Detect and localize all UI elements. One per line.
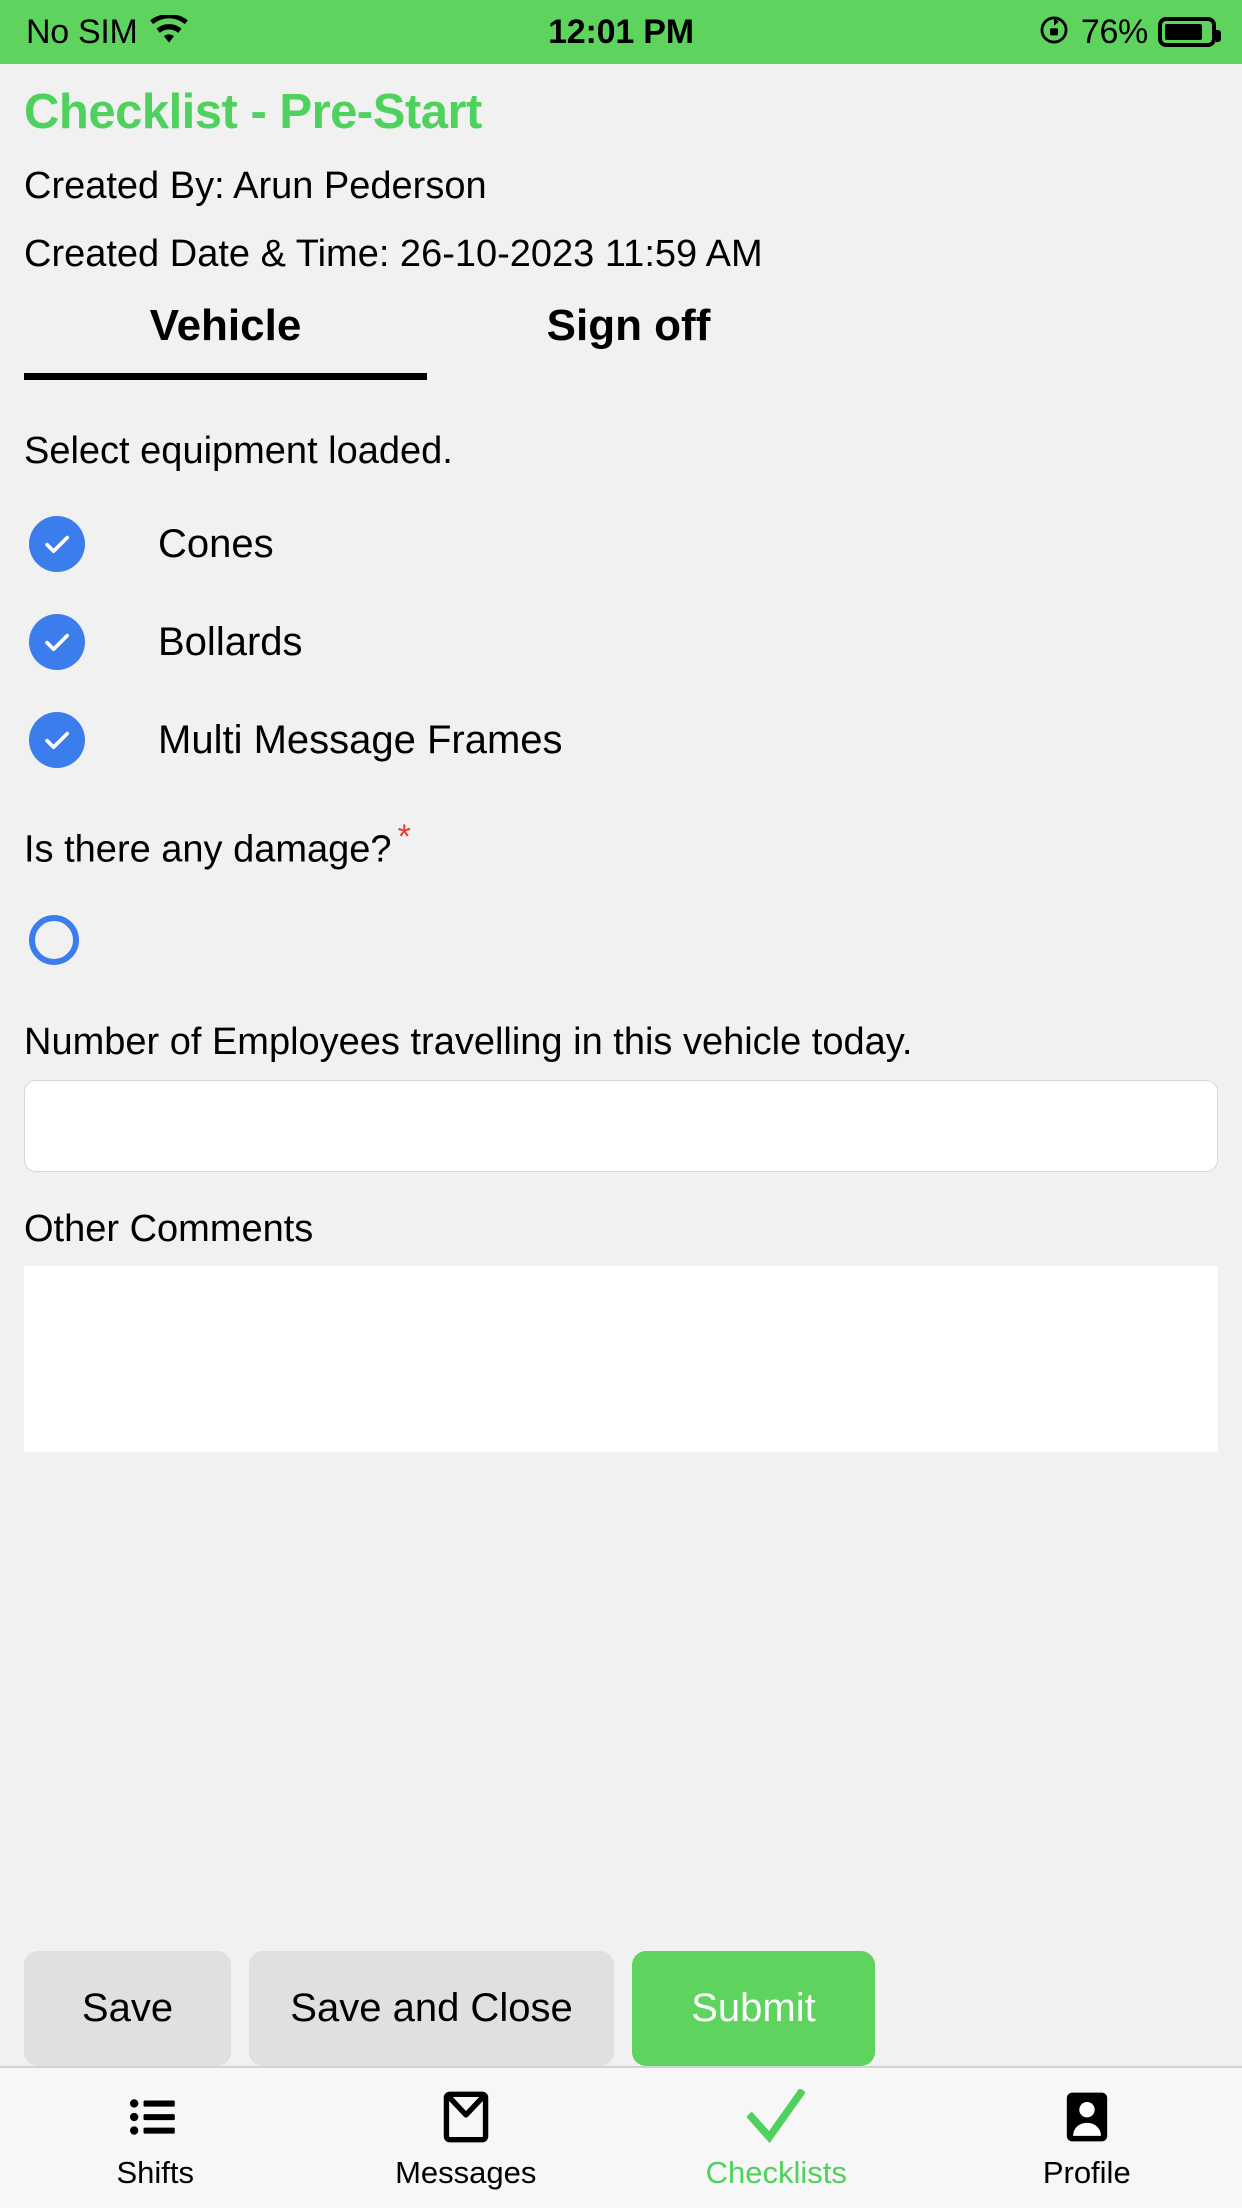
nav-label-profile: Profile [1042,2154,1131,2190]
list-icon [130,2089,180,2145]
rotation-lock-icon [1037,13,1071,52]
nav-item-checklists[interactable]: Checklists [621,2088,932,2190]
carrier-label: No SIM [26,12,138,51]
comments-label: Other Comments [24,1208,314,1251]
tab-sign-off[interactable]: Sign off [427,301,830,380]
battery-fill [1165,24,1202,40]
created-datetime-label: Created Date & Time: 26-10-2023 11:59 AM [24,232,763,275]
equipment-prompt: Select equipment loaded. [24,430,453,473]
equipment-option-cones[interactable]: Cones [24,516,1218,573]
save-and-close-button[interactable]: Save and Close [249,1951,614,2066]
person-icon [1065,2089,1109,2145]
bottom-nav: Shifts Messages Checklists Profile [0,2066,1242,2208]
damage-question-label: Is there any damage? * [24,818,1218,872]
form-content: Select equipment loaded. Cones Bollards [0,380,1242,1929]
save-button[interactable]: Save [24,1951,231,2066]
employees-input[interactable] [24,1080,1218,1173]
action-bar: Save Save and Close Submit [0,1951,1242,2066]
checkbox-unchecked-icon[interactable] [29,914,79,965]
submit-button[interactable]: Submit [632,1951,875,2066]
equipment-option-bollards[interactable]: Bollards [24,614,1218,671]
battery-icon [1158,17,1221,47]
tab-vehicle[interactable]: Vehicle [24,301,427,381]
battery-percent-label: 76% [1080,12,1148,51]
tab-strip: Vehicle Sign off [0,301,1242,381]
page-header: Checklist - Pre-Start Created By: Arun P… [0,64,1242,275]
nav-label-shifts: Shifts [116,2154,195,2190]
nav-item-shifts[interactable]: Shifts [0,2089,311,2188]
app-screen: No SIM 12:01 PM 76% Checklist - Pre-Star… [0,0,1242,2208]
envelope-icon [443,2089,489,2145]
nav-item-messages[interactable]: Messages [311,2089,622,2188]
status-bar-left: No SIM [26,13,188,52]
equipment-option-label: Cones [158,522,274,567]
nav-item-profile[interactable]: Profile [932,2089,1242,2188]
employees-label: Number of Employees travelling in this v… [24,1020,913,1063]
page-title: Checklist - Pre-Start [24,85,482,139]
status-bar-right: 76% [1037,12,1221,52]
created-by-label: Created By: Arun Pederson [24,164,487,207]
damage-question-text: Is there any damage? [24,828,392,871]
checkbox-checked-icon[interactable] [29,516,85,573]
required-asterisk: * [397,818,411,857]
damage-option-row[interactable] [29,914,1218,965]
equipment-option-label: Multi Message Frames [158,718,563,763]
comments-textarea[interactable] [24,1265,1218,1452]
wifi-icon [149,13,188,50]
equipment-option-label: Bollards [158,620,303,665]
equipment-option-multi-message-frames[interactable]: Multi Message Frames [24,712,1218,769]
nav-label-checklists: Checklists [705,2154,847,2190]
nav-label-messages: Messages [395,2154,537,2190]
checkmark-icon [747,2088,806,2145]
status-bar: No SIM 12:01 PM 76% [0,0,1242,64]
checkbox-checked-icon[interactable] [29,712,85,769]
checkbox-checked-icon[interactable] [29,614,85,671]
